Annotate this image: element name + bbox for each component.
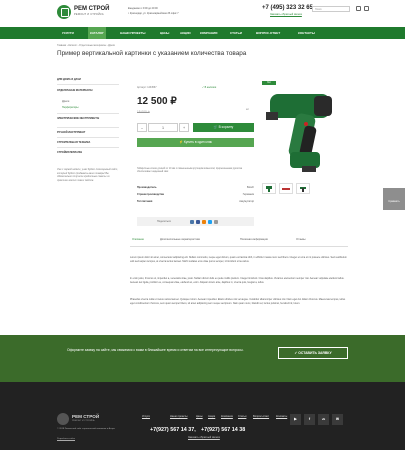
sidebar-item-electric[interactable]: Электрические инструменты	[57, 117, 119, 120]
header-phone[interactable]: +7 (495) 323 32 65	[262, 5, 313, 11]
price-unit: шт	[246, 108, 250, 111]
description-paragraph: In enim justo, rhoncus ut, imperdiet a, …	[130, 277, 345, 284]
sidebar-item-finishing[interactable]: Отделочные материалы	[57, 89, 119, 92]
logo-tagline: РЕМОНТ И СТРОЙКА	[74, 13, 104, 16]
prop-name: Тип питания	[137, 200, 153, 203]
vk-share-icon[interactable]	[190, 219, 194, 224]
working-hours: Ежедневно с 9:00 до 20:00	[128, 7, 158, 10]
product-image[interactable]	[262, 86, 350, 178]
nav-item-catalog[interactable]: Каталог	[88, 27, 106, 39]
logo-name[interactable]: РЕМ СТРОЙ	[74, 6, 109, 12]
qty-plus-button[interactable]: +	[179, 123, 189, 132]
sidebar-note: Уже с первой недели, у вас будет полноце…	[57, 168, 118, 182]
ok-share-icon[interactable]	[202, 219, 206, 224]
cart-icon[interactable]	[356, 6, 361, 11]
nav-item-prices[interactable]: Цены	[160, 27, 169, 39]
facebook-icon[interactable]: f	[304, 414, 315, 425]
footer-logo-tagline: РЕМОНТ И СТРОЙКА	[72, 420, 95, 422]
footer-nav-faq[interactable]: Вопрос-ответ	[253, 415, 269, 418]
footer-phone-1[interactable]: +7(927) 567 14 37,	[150, 427, 196, 433]
thumbnail-drill-icon	[300, 187, 306, 192]
product-sku: Артикул: 1234567	[137, 86, 157, 89]
vk-icon[interactable]: vk	[318, 414, 329, 425]
cta-text: Оформите заявку на сайте, мы свяжемся с …	[67, 348, 244, 352]
footer-callback-link[interactable]: Заказать обратный звонок	[188, 436, 220, 439]
address: г. Краснодар, ул. Красноармейская 25 офи…	[128, 12, 179, 15]
footer-nav-prices[interactable]: Цены	[196, 415, 203, 418]
tab-description[interactable]: Описание	[132, 238, 144, 241]
sidebar-sub-perforators[interactable]: Перфораторы	[62, 106, 78, 109]
footer-nav-company[interactable]: Компания	[221, 415, 233, 418]
more-share-icon[interactable]	[214, 219, 218, 224]
youtube-icon[interactable]: ▶	[290, 414, 301, 425]
facebook-share-icon[interactable]	[196, 219, 200, 224]
qty-minus-button[interactable]: –	[137, 123, 147, 132]
sidebar-item-home[interactable]: Для дома и дачи	[57, 78, 119, 81]
nav-item-articles[interactable]: Статьи	[230, 27, 242, 39]
sidebar-item-machinery[interactable]: Строительная техника	[57, 141, 119, 144]
tab-useful-info[interactable]: Полезная информация	[240, 238, 268, 241]
nav-item-projects[interactable]: Наши проекты	[120, 27, 145, 39]
footer-nav-contacts[interactable]: Контакты	[276, 415, 287, 418]
thumbnail-drill-icon	[282, 188, 290, 190]
search-input[interactable]: Поиск	[312, 6, 350, 12]
prop-value: Bosch	[247, 186, 254, 189]
page-title: Пример вертикальной картинки с указанием…	[57, 50, 247, 57]
callback-link[interactable]: Заказать обратный звонок	[270, 13, 302, 16]
submit-request-button[interactable]: ✓ Оставить заявку	[278, 347, 348, 359]
nav-item-faq[interactable]: Вопрос-ответ	[256, 27, 280, 39]
hit-badge: Хит	[262, 81, 276, 85]
prop-value: Германия	[242, 193, 254, 196]
sidebar-item-hand-tools[interactable]: Ручной инструмент	[57, 131, 119, 134]
prop-name: Страна производства	[137, 193, 164, 196]
footer-phone-2[interactable]: +7(927) 567 14 38	[201, 427, 245, 433]
sidebar-item-materials[interactable]: Стройматериалы	[57, 151, 119, 154]
tab-specs[interactable]: Дополнительные характеристики	[160, 238, 200, 241]
breadcrumb[interactable]: Главная › Каталог › Отделочные материалы…	[57, 44, 115, 47]
nav-item-services[interactable]: Услуги	[62, 27, 74, 39]
nav-item-sales[interactable]: Акции	[180, 27, 191, 39]
logo-icon[interactable]	[57, 5, 71, 19]
tab-reviews[interactable]: Отзывы	[296, 238, 306, 241]
tabs-divider	[130, 246, 348, 247]
prop-value: Аккумулятор	[239, 200, 254, 203]
compare-button[interactable]: Сравнить	[383, 188, 405, 210]
description-paragraph: Lorem ipsum dolor sit amet, consectetur …	[130, 256, 347, 263]
footer-nav-services[interactable]: Услуги	[142, 415, 150, 418]
footer-nav-projects[interactable]: Наши проекты	[170, 415, 188, 418]
product-note: Габаритные ключи длиной от 10 мм с повыш…	[137, 168, 243, 174]
qty-input[interactable]: 1	[148, 123, 178, 132]
footer-logo-icon[interactable]	[57, 413, 69, 425]
twitter-share-icon[interactable]	[208, 219, 212, 224]
copyright: © 2018 Ремонтный сайт строительной компа…	[57, 428, 115, 430]
description-paragraph: Phasellus viverra nulla ut metus varius …	[130, 298, 346, 305]
stock-status: ✓ В наличии	[202, 86, 217, 89]
footer-nav-sales[interactable]: Акции	[208, 415, 215, 418]
old-price: 15 000 ₽	[137, 110, 150, 114]
prop-name: Производитель	[137, 186, 157, 189]
developer-link[interactable]: Разработка сайта	[57, 438, 127, 441]
thumbnail-drill-icon	[266, 186, 272, 192]
nav-item-contacts[interactable]: Контакты	[298, 27, 315, 39]
footer-nav-articles[interactable]: Статьи	[238, 415, 246, 418]
user-icon[interactable]	[364, 6, 369, 11]
add-to-cart-button[interactable]: 🛒 В корзину	[193, 123, 254, 132]
nav-item-company[interactable]: Компания	[200, 27, 217, 39]
footer-logo-name: РЕМ СТРОЙ	[72, 414, 100, 419]
product-price: 12 500 ₽	[137, 96, 177, 107]
sidebar-sub-drills[interactable]: Дрели	[62, 100, 69, 103]
main-nav: Услуги Каталог Наши проекты Цены Акции К…	[0, 27, 405, 39]
buy-one-click-button[interactable]: ⚡ Купить в один клик	[137, 138, 254, 147]
mail-icon[interactable]: ✉	[332, 414, 343, 425]
